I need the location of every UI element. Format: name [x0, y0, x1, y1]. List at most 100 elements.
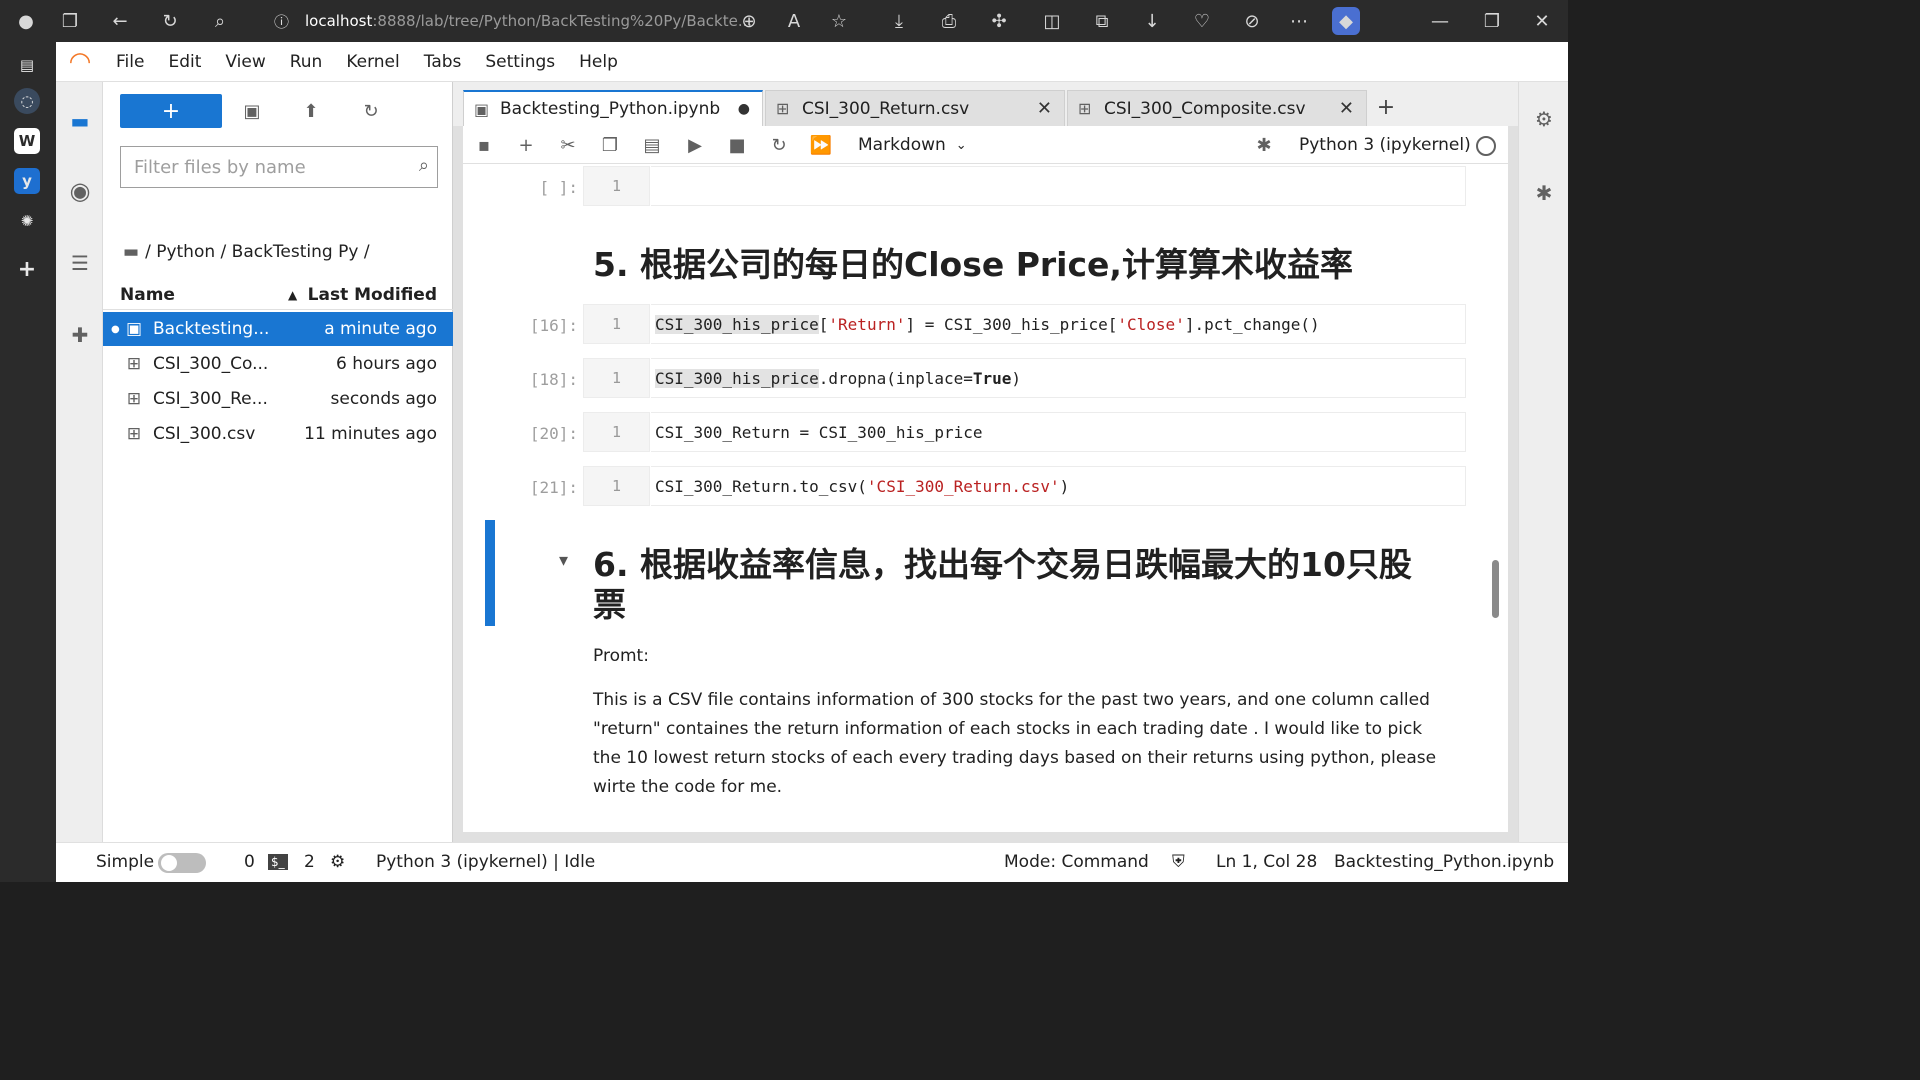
file-row[interactable]: ⊞ CSI_300_Co... 6 hours ago: [103, 347, 453, 381]
running-icon[interactable]: ◉: [65, 176, 95, 206]
read-aloud-icon[interactable]: A: [780, 7, 808, 35]
stop-icon[interactable]: ■: [722, 130, 752, 160]
file-name-status: Backtesting_Python.ipynb: [1334, 852, 1555, 872]
folder-icon[interactable]: ▬: [65, 106, 95, 136]
word-icon[interactable]: W: [14, 128, 40, 154]
file-row[interactable]: ⊞ CSI_300.csv 11 minutes ago: [103, 417, 453, 451]
downloads-icon[interactable]: ↓: [1138, 7, 1166, 35]
property-inspector-icon[interactable]: ⚙: [1529, 104, 1559, 134]
sort-asc-icon[interactable]: ▲: [288, 288, 297, 302]
spreadsheet-icon: ⊞: [1078, 99, 1092, 118]
code-cell-input[interactable]: CSI_300_Return = CSI_300_his_price: [651, 412, 1466, 452]
column-name[interactable]: Name: [120, 285, 175, 305]
save-icon[interactable]: ▪: [469, 130, 499, 160]
cut-icon[interactable]: ✂: [553, 130, 583, 160]
add-tab-icon[interactable]: +: [14, 256, 40, 282]
chatgpt-icon[interactable]: ✺: [14, 208, 40, 234]
code-cell-input[interactable]: CSI_300_Return.to_csv('CSI_300_Return.cs…: [651, 466, 1466, 506]
tab-notebook[interactable]: ▣ Backtesting_Python.ipynb ●: [463, 90, 763, 126]
column-last-modified[interactable]: Last Modified: [308, 285, 437, 305]
terminal-icon[interactable]: $_: [268, 854, 288, 870]
kernel-chip-icon[interactable]: ⚙: [330, 852, 345, 872]
code-cell-input[interactable]: CSI_300_his_price['Return'] = CSI_300_hi…: [651, 304, 1466, 344]
refresh-icon[interactable]: ↻: [156, 7, 184, 35]
search-icon[interactable]: ⌕: [206, 7, 234, 35]
cell-prompt: [ ]:: [539, 178, 578, 197]
new-launcher-button[interactable]: +: [120, 94, 222, 128]
menu-run[interactable]: Run: [278, 52, 335, 72]
debugger-icon[interactable]: ✱: [1529, 178, 1559, 208]
profile-icon[interactable]: ●: [12, 7, 40, 35]
menu-tabs[interactable]: Tabs: [412, 52, 474, 72]
menu-help[interactable]: Help: [567, 52, 630, 72]
kernel-status[interactable]: Python 3 (ipykernel) | Idle: [376, 852, 595, 872]
scrollbar-thumb[interactable]: [1492, 560, 1499, 618]
tab-actions-icon[interactable]: ▤: [14, 52, 40, 78]
unsaved-indicator-icon[interactable]: ●: [738, 101, 750, 117]
code-cell-input[interactable]: CSI_300_his_price .dropna(inplace= True): [651, 358, 1466, 398]
debugger-icon[interactable]: ✱: [1249, 130, 1279, 160]
favorite-icon[interactable]: ☆: [825, 7, 853, 35]
download-icon[interactable]: ⤓: [885, 7, 913, 35]
extension-icon[interactable]: ✚: [65, 320, 95, 350]
add-tab-icon[interactable]: +: [1371, 92, 1401, 122]
close-window-icon[interactable]: ✕: [1528, 7, 1556, 35]
copy-icon[interactable]: ❐: [595, 130, 625, 160]
breadcrumb-path[interactable]: / Python / BackTesting Py /: [145, 242, 369, 262]
kernel-name[interactable]: Python 3 (ipykernel): [1299, 130, 1471, 160]
info-icon[interactable]: ⓘ: [274, 11, 289, 32]
vertical-scrollbar[interactable]: [1492, 170, 1500, 822]
cursor-position[interactable]: Ln 1, Col 28: [1216, 852, 1317, 872]
close-icon[interactable]: ✕: [1037, 98, 1052, 119]
new-folder-icon[interactable]: ▣: [237, 96, 267, 126]
code-cell-input[interactable]: [651, 166, 1466, 206]
trusted-icon[interactable]: ⛨: [1172, 852, 1185, 872]
copilot-icon[interactable]: ◆: [1332, 7, 1360, 35]
performance-icon[interactable]: ♡: [1188, 7, 1216, 35]
menu-edit[interactable]: Edit: [156, 52, 213, 72]
breadcrumb[interactable]: ▬ / Python / BackTesting Py /: [123, 240, 370, 264]
jupyter-tab-icon[interactable]: ◌: [14, 88, 40, 114]
extensions-icon[interactable]: ✣: [985, 7, 1013, 35]
menu-settings[interactable]: Settings: [473, 52, 567, 72]
menu-kernel[interactable]: Kernel: [334, 52, 411, 72]
active-cell-indicator: [485, 520, 495, 626]
toc-icon[interactable]: ☰: [65, 248, 95, 278]
file-row[interactable]: ● ▣ Backtesting... a minute ago: [103, 312, 453, 346]
paste-icon[interactable]: ▤: [637, 130, 667, 160]
close-icon[interactable]: ✕: [1339, 98, 1354, 119]
tab-csi-return[interactable]: ⊞ CSI_300_Return.csv ✕: [765, 90, 1065, 126]
code-string: 'Return': [828, 314, 906, 334]
file-row[interactable]: ⊞ CSI_300_Re... seconds ago: [103, 382, 453, 416]
refresh-files-icon[interactable]: ↻: [356, 96, 386, 126]
left-sidebar: ▬ ◉ ☰ ✚: [56, 82, 103, 842]
workspaces-icon[interactable]: ❐: [56, 7, 84, 35]
address-bar[interactable]: ⓘ localhost:8888/lab/tree/Python/BackTes…: [264, 5, 752, 37]
simple-mode-toggle[interactable]: [158, 853, 206, 873]
insert-cell-icon[interactable]: +: [511, 130, 541, 160]
fast-forward-icon[interactable]: ⏩: [806, 130, 836, 160]
collections-icon[interactable]: ⧉: [1088, 7, 1116, 35]
tab-csi-composite[interactable]: ⊞ CSI_300_Composite.csv ✕: [1067, 90, 1367, 126]
folder-icon: ▬: [123, 242, 140, 262]
cell-prompt: [18]:: [529, 370, 578, 389]
print-icon[interactable]: ⎙: [935, 7, 963, 35]
split-screen-icon[interactable]: ◫: [1038, 7, 1066, 35]
browser-essentials-icon[interactable]: ⊘: [1238, 7, 1266, 35]
run-icon[interactable]: ▶: [680, 130, 710, 160]
zoom-icon[interactable]: ⊕: [735, 7, 763, 35]
cell-prompt: [16]:: [529, 316, 578, 335]
menu-view[interactable]: View: [213, 52, 277, 72]
cell-type-select[interactable]: Markdown ⌄: [858, 130, 967, 160]
menu-file[interactable]: File: [104, 52, 156, 72]
kernel-status-icon: [1476, 136, 1496, 156]
collapse-caret-icon[interactable]: ▾: [559, 550, 568, 571]
filter-input[interactable]: Filter files by name ⌕: [120, 146, 438, 188]
restore-icon[interactable]: ❐: [1478, 7, 1506, 35]
upload-icon[interactable]: ⬆: [296, 96, 326, 126]
yahoo-icon[interactable]: y: [14, 168, 40, 194]
minimize-icon[interactable]: —: [1426, 7, 1454, 35]
restart-icon[interactable]: ↻: [764, 130, 794, 160]
more-icon[interactable]: ⋯: [1285, 7, 1313, 35]
back-icon[interactable]: ←: [106, 7, 134, 35]
